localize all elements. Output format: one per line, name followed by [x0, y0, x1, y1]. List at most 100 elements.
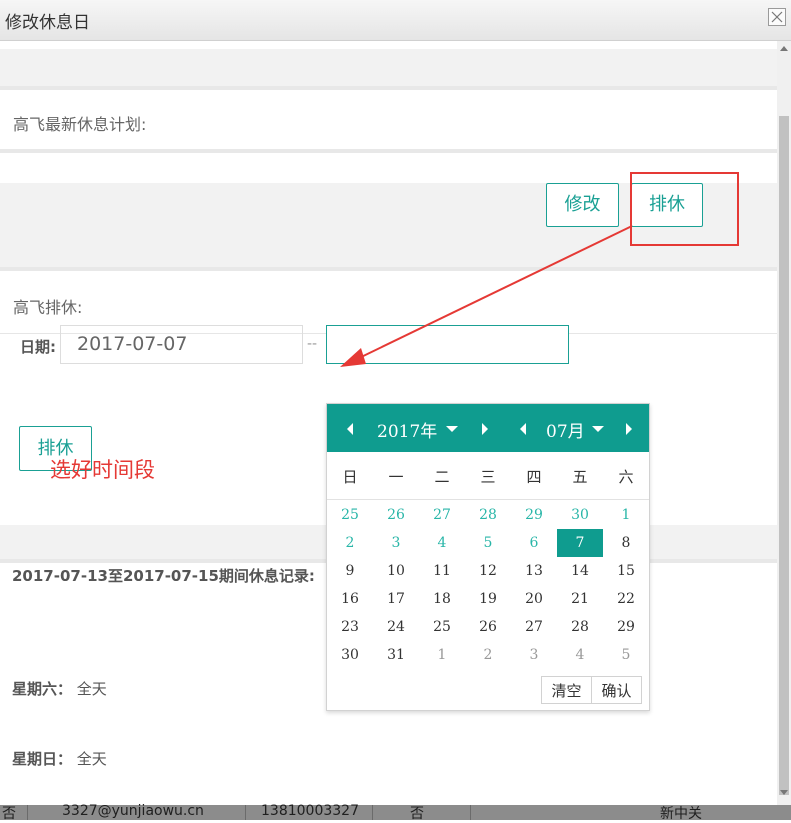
table-divider [245, 805, 246, 820]
calendar-day-cell[interactable]: 18 [419, 585, 465, 613]
date-picker: 2017年 07月 日 一 二 三 四 五 六 25 26 27 28 29 30 1 2 3 4… [326, 403, 650, 711]
date-label: 日期: [20, 338, 56, 356]
calendar-day-cell[interactable]: 4 [557, 641, 603, 669]
dialog-titlebar: 修改休息日 [0, 0, 791, 41]
weekday-label: 二 [434, 468, 450, 486]
table-cell: 否 [410, 806, 424, 822]
clear-button[interactable]: 清空 [541, 676, 592, 704]
weekday-label: 四 [526, 468, 542, 486]
annotation-text: 选好时间段 [50, 458, 155, 482]
caret-left-icon[interactable] [347, 423, 353, 435]
month-label[interactable]: 07月 [546, 417, 585, 442]
calendar-day-cell[interactable]: 10 [373, 557, 419, 585]
record-value: 全天 [76, 680, 107, 698]
modify-button[interactable]: 修改 [546, 183, 619, 227]
calendar-day-cell[interactable]: 20 [511, 585, 557, 613]
record-row: 星期六： 全天 [12, 678, 107, 699]
close-button[interactable] [768, 8, 786, 26]
weekday-label: 三 [480, 468, 496, 486]
table-cell: 新中关 [660, 806, 702, 822]
table-divider [470, 805, 471, 820]
weekday-label: 一 [388, 468, 404, 486]
year-label[interactable]: 2017年 [377, 417, 437, 442]
divider [0, 86, 777, 90]
weekday-label: 六 [618, 468, 634, 486]
divider [0, 267, 777, 271]
calendar-day-cell[interactable]: 3 [373, 529, 419, 557]
calendar-day-cell[interactable]: 5 [465, 529, 511, 557]
calendar-day-cell[interactable]: 2 [327, 529, 373, 557]
calendar-day-cell[interactable]: 26 [373, 501, 419, 529]
calendar-day-cell[interactable]: 17 [373, 585, 419, 613]
calendar-day-cell[interactable]: 13 [511, 557, 557, 585]
calendar-day-cell[interactable]: 27 [511, 613, 557, 641]
weekday-label: 日 [342, 468, 358, 486]
calendar-day-cell[interactable]: 2 [465, 641, 511, 669]
plan-section-label: 高飞最新休息计划: [13, 115, 147, 134]
record-day: 星期六： [12, 680, 73, 698]
record-value: 全天 [76, 750, 107, 768]
calendar-day-cell[interactable]: 25 [419, 613, 465, 641]
calendar-day-cell[interactable]: 27 [419, 501, 465, 529]
calendar-day-cell[interactable]: 30 [557, 501, 603, 529]
calendar-day-cell[interactable]: 26 [465, 613, 511, 641]
dialog-title: 修改休息日 [5, 13, 90, 33]
calendar-day-cell[interactable]: 25 [327, 501, 373, 529]
calendar-day-cell[interactable]: 6 [511, 529, 557, 557]
scrollbar-thumb[interactable] [779, 116, 789, 795]
table-cell: 3327@yunjiaowu.cn [62, 803, 204, 819]
calendar-day-cell[interactable]: 3 [511, 641, 557, 669]
end-date-input[interactable] [326, 325, 569, 364]
calendar-day-cell[interactable]: 8 [603, 529, 649, 557]
calendar-day-cell[interactable]: 31 [373, 641, 419, 669]
calendar-day-cell[interactable]: 12 [465, 557, 511, 585]
scroll-up-icon[interactable] [780, 46, 788, 51]
caret-left-icon[interactable] [520, 423, 526, 435]
calendar-day-cell[interactable]: 15 [603, 557, 649, 585]
schedule-section-label: 高飞排休: [13, 298, 83, 317]
caret-right-icon[interactable] [482, 423, 488, 435]
calendar-day-cell[interactable]: 30 [327, 641, 373, 669]
caret-down-icon[interactable] [592, 426, 604, 432]
calendar-day-cell[interactable]: 9 [327, 557, 373, 585]
calendar-day-cell[interactable]: 24 [373, 613, 419, 641]
record-row: 星期日： 全天 [12, 748, 107, 769]
calendar-day-cell[interactable]: 29 [511, 501, 557, 529]
record-day: 星期日： [12, 750, 73, 768]
calendar-day-cell[interactable]: 14 [557, 557, 603, 585]
caret-down-icon[interactable] [446, 426, 458, 432]
calendar-day-cell[interactable]: 1 [419, 641, 465, 669]
date-picker-header: 2017年 07月 [327, 404, 649, 452]
calendar-day-cell[interactable]: 28 [557, 613, 603, 641]
scrollbar[interactable] [777, 41, 791, 805]
weekday-label: 五 [572, 468, 588, 486]
date-separator: -- [307, 336, 318, 352]
highlight-box [630, 172, 739, 246]
calendar-day-cell[interactable]: 29 [603, 613, 649, 641]
calendar-day-cell[interactable]: 7 [557, 529, 603, 557]
records-title: 2017-07-13至2017-07-15期间休息记录: [12, 567, 315, 585]
calendar-day-cell[interactable]: 4 [419, 529, 465, 557]
close-icon [771, 11, 783, 23]
calendar-day-cell[interactable]: 16 [327, 585, 373, 613]
caret-right-icon[interactable] [626, 423, 632, 435]
weekday-header: 日 一 二 三 四 五 六 [327, 452, 649, 500]
divider [0, 149, 777, 153]
calendar-day-cell[interactable]: 28 [465, 501, 511, 529]
calendar-day-cell[interactable]: 22 [603, 585, 649, 613]
calendar-day-cell[interactable]: 21 [557, 585, 603, 613]
top-band [0, 49, 777, 86]
background-table-row: 否 3327@yunjiaowu.cn 13810003327 否 新中关 [0, 803, 791, 822]
start-date-input[interactable]: 2017-07-07 [60, 325, 303, 364]
calendar-day-cell[interactable]: 5 [603, 641, 649, 669]
table-divider [27, 805, 28, 820]
table-divider [372, 805, 373, 820]
table-cell: 13810003327 [261, 803, 359, 819]
calendar-day-cell[interactable]: 1 [603, 501, 649, 529]
table-cell: 否 [2, 806, 16, 822]
calendar-day-cell[interactable]: 11 [419, 557, 465, 585]
scroll-down-icon[interactable] [780, 790, 788, 795]
calendar-day-cell[interactable]: 19 [465, 585, 511, 613]
calendar-day-cell[interactable]: 23 [327, 613, 373, 641]
confirm-button[interactable]: 确认 [591, 676, 642, 704]
